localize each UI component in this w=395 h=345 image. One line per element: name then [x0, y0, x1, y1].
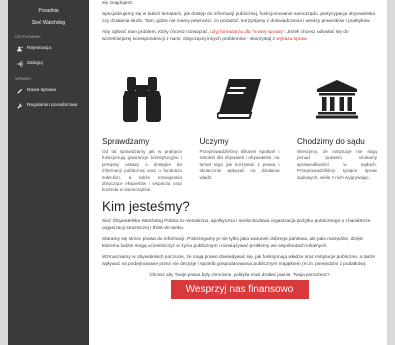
- about-paragraph-2: Staramy się strzec prawa do informacji. …: [102, 236, 364, 249]
- sidebar-item-register-label: Rejestracja: [27, 46, 51, 51]
- sidebar-item-register[interactable]: Rejestracja: [8, 41, 89, 56]
- feature-title: Sprawdzamy: [102, 137, 150, 146]
- feature-title: Uczymy: [199, 137, 229, 146]
- case-list-link[interactable]: wykazu spraw: [276, 37, 306, 42]
- intro-specialization: Specjalizujemy się w takich tematach, ja…: [102, 12, 376, 24]
- sidebar-item-login[interactable]: Zaloguj: [8, 56, 89, 71]
- intro-text-1: Aby zgłosić nam problem, który chcesz ro…: [102, 30, 211, 35]
- sidebar-item-new-case[interactable]: Nowa sprawa: [8, 83, 89, 98]
- about-heading: Kim jesteśmy?: [102, 198, 190, 214]
- sidebar-item-rules-label: Regulamin poradnictwa: [27, 103, 78, 108]
- feature-desc: Wierzymy, że instytucje nie stoją ponad …: [297, 149, 377, 180]
- features: Sprawdzamy Od lat sprawdzamy jak w prakt…: [102, 73, 377, 194]
- new-case-form-link[interactable]: użyj formularza dla "nowej sprawy": [210, 30, 284, 35]
- login-icon: [16, 60, 23, 67]
- sidebar-section-cases: SPRAWY: [15, 77, 32, 81]
- intro-fragment: się znajdujesz.: [102, 1, 134, 6]
- sidebar-item-new-case-label: Nowa sprawa: [27, 88, 57, 93]
- support-button[interactable]: Wesprzyj nas finansowo: [170, 279, 309, 299]
- main-content: się znajdujesz. Specjalizujemy się w tak…: [89, 0, 387, 345]
- pencil-icon: [16, 87, 23, 94]
- book-icon: [200, 73, 280, 125]
- sidebar-link-poradnia[interactable]: Poradnia: [8, 0, 89, 17]
- support-note: Chcesz aby Twoje prawa były chronione, p…: [149, 271, 330, 277]
- feature-desc: Od lat sprawdzamy jak w praktyce funkcjo…: [102, 149, 182, 193]
- feature-uczymy: Uczymy Przeprowadziliśmy kilkaset spotka…: [200, 73, 280, 194]
- feature-sprawdzamy: Sprawdzamy Od lat sprawdzamy jak w prakt…: [102, 73, 182, 194]
- feature-chodzimy: Chodzimy do sądu Wierzymy, że instytucje…: [297, 73, 377, 194]
- sidebar: Poradnia Sieć Watchdog UŻYTKOWNIK Rejest…: [8, 0, 89, 345]
- feature-desc: Przeprowadziliśmy kilkaset spotkań i szk…: [199, 149, 280, 180]
- about-paragraph-3: Wzmacniamy w obywatelach poczucie, że ma…: [102, 254, 376, 267]
- sidebar-link-siec-watchdog[interactable]: Sieć Watchdog: [8, 17, 89, 29]
- intro-how-to-report: Aby zgłosić nam problem, który chcesz ro…: [102, 29, 377, 43]
- sidebar-section-user: UŻYTKOWNIK: [15, 35, 41, 39]
- sidebar-item-login-label: Zaloguj: [27, 61, 43, 66]
- wrench-icon: [16, 102, 23, 109]
- binoculars-icon: [102, 73, 182, 125]
- feature-title: Chodzimy do sądu: [297, 137, 365, 146]
- courthouse-icon: [297, 73, 377, 125]
- sidebar-item-rules[interactable]: Regulamin poradnictwa: [8, 98, 89, 113]
- about-paragraph-1: Sieć Obywatelska Watchdog Polska to niez…: [102, 218, 371, 231]
- intro-text-3: .: [306, 37, 308, 42]
- register-icon: [16, 45, 23, 52]
